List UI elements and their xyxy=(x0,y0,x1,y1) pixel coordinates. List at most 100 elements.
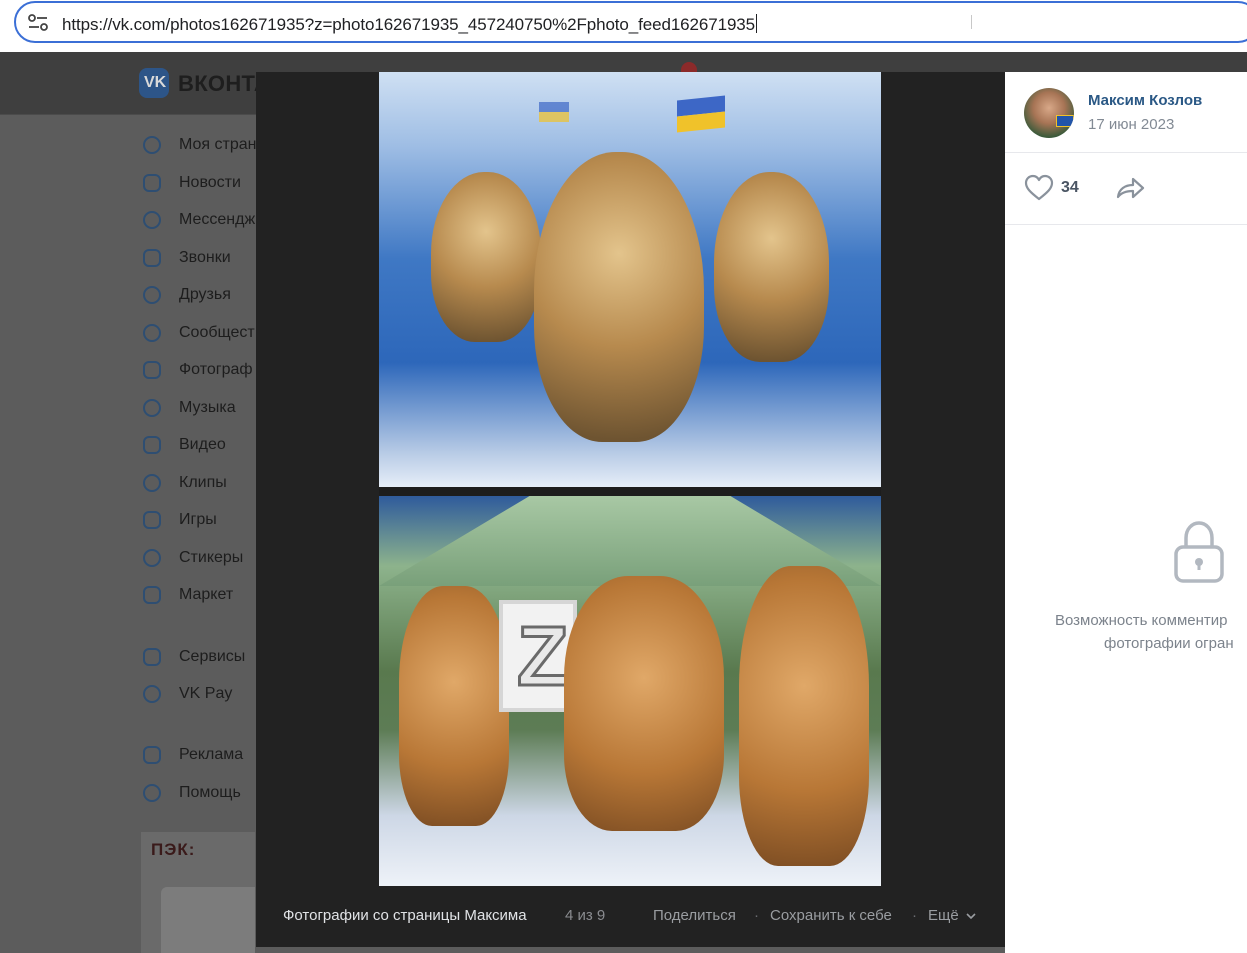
vk-logo-text: VK xyxy=(144,74,167,91)
video-icon xyxy=(143,436,161,454)
phone-icon xyxy=(143,249,161,267)
photo-bottom-panel: Z xyxy=(379,496,881,886)
news-icon xyxy=(143,174,161,192)
comments-disabled-notice: Возможность комментир xyxy=(1055,612,1228,629)
flag-image xyxy=(677,95,725,133)
sidebar-item-label: Друзья xyxy=(179,286,231,303)
photo-viewer: Z Фотографии со страницы Максима 4 из 9 … xyxy=(256,72,1005,947)
separator-dot: · xyxy=(912,907,917,924)
sidebar-item-label: Новости xyxy=(179,174,241,191)
divider xyxy=(1005,224,1247,225)
leopard-skin-image xyxy=(399,586,509,826)
sidebar-item-label: Помощь xyxy=(179,784,241,801)
viewer-footer: Фотографии со страницы Максима 4 из 9 По… xyxy=(256,899,1005,931)
market-icon xyxy=(143,586,161,604)
divider xyxy=(1005,152,1247,153)
help-icon xyxy=(143,784,161,802)
sidebar-item-label: Реклама xyxy=(179,746,244,763)
lock-icon xyxy=(1174,521,1224,583)
more-label: Ещё xyxy=(928,907,959,924)
sidebar-item-label: Маркет xyxy=(179,586,234,603)
sidebar-item-label: VK Pay xyxy=(179,685,233,702)
more-button[interactable]: Ещё xyxy=(928,907,976,924)
sidebar-item-label: Видео xyxy=(179,436,226,453)
sidebar-item-label: Фотограф xyxy=(179,361,253,378)
clips-icon xyxy=(143,474,161,492)
ads-icon xyxy=(143,746,161,764)
avatar-badge-icon xyxy=(1056,115,1074,127)
sidebar-item-label: Моя стран xyxy=(179,136,257,153)
photo-info-panel: Максим Козлов 17 июн 2023 34 Возможность… xyxy=(1005,72,1247,953)
leopard-skin-image xyxy=(739,566,869,866)
ad-logo: ПЭК: xyxy=(151,840,196,859)
address-bar[interactable]: https://vk.com/photos162671935?z=photo16… xyxy=(14,1,1247,43)
sidebar-item-label: Сервисы xyxy=(179,648,246,665)
sidebar-item-ads[interactable]: Реклама xyxy=(140,744,260,768)
sidebar-item-label: Клипы xyxy=(179,474,227,491)
ad-banner[interactable]: ПЭК: xyxy=(141,832,255,953)
photo-image[interactable]: Z xyxy=(379,72,881,886)
sidebar-item-stickers[interactable]: Стикеры xyxy=(140,547,260,571)
save-to-self-button[interactable]: Сохранить к себе xyxy=(770,907,892,924)
avatar[interactable] xyxy=(1024,88,1074,138)
leopard-skin-image xyxy=(564,576,724,831)
leopard-left-image xyxy=(431,172,541,342)
sidebar-item-label: Сообщест xyxy=(179,324,255,341)
sidebar-item-photos[interactable]: Фотограф xyxy=(140,359,260,383)
sidebar-item-news[interactable]: Новости xyxy=(140,172,260,196)
sidebar-item-music[interactable]: Музыка xyxy=(140,397,260,421)
music-icon xyxy=(143,399,161,417)
photo-counter: 4 из 9 xyxy=(565,907,606,924)
z-letter: Z xyxy=(515,609,569,703)
sidebar-item-games[interactable]: Игры xyxy=(140,509,260,533)
address-divider xyxy=(971,15,972,29)
share-icon[interactable] xyxy=(1114,175,1146,201)
sidebar-item-video[interactable]: Видео xyxy=(140,434,260,458)
sidebar-item-label: Мессендж xyxy=(179,211,256,228)
sidebar-item-market[interactable]: Маркет xyxy=(140,584,260,608)
like-count: 34 xyxy=(1061,179,1079,196)
sidebar-item-label: Звонки xyxy=(179,249,231,266)
ad-truck-image xyxy=(161,887,255,953)
photo-icon xyxy=(143,361,161,379)
sidebar-item-my-page[interactable]: Моя стран xyxy=(140,134,260,158)
sidebar-item-friends[interactable]: Друзья xyxy=(140,284,260,308)
url-text[interactable]: https://vk.com/photos162671935?z=photo16… xyxy=(62,14,758,35)
communities-icon xyxy=(143,324,161,342)
sidebar-item-label: Музыка xyxy=(179,399,236,416)
leopard-center-image xyxy=(534,152,704,442)
browser-toolbar: https://vk.com/photos162671935?z=photo16… xyxy=(0,0,1247,52)
sidebar-item-label: Стикеры xyxy=(179,549,244,566)
games-icon xyxy=(143,511,161,529)
sidebar-item-messenger[interactable]: Мессендж xyxy=(140,209,260,233)
share-button[interactable]: Поделиться xyxy=(653,907,736,924)
services-icon xyxy=(143,648,161,666)
post-date[interactable]: 17 июн 2023 xyxy=(1088,116,1174,133)
vk-logo-icon[interactable]: VK xyxy=(139,68,169,98)
url-value: https://vk.com/photos162671935?z=photo16… xyxy=(62,15,756,34)
sidebar-item-vkpay[interactable]: VK Pay xyxy=(140,683,260,707)
flag-image xyxy=(539,102,569,122)
notification-badge xyxy=(681,62,697,72)
vkpay-icon xyxy=(143,685,161,703)
sidebar-item-help[interactable]: Помощь xyxy=(140,782,260,806)
comments-disabled-notice: фотографии огран xyxy=(1104,635,1234,652)
chevron-down-icon xyxy=(966,913,976,920)
sidebar-item-communities[interactable]: Сообщест xyxy=(140,322,260,346)
album-title-link[interactable]: Фотографии со страницы Максима xyxy=(283,907,527,924)
sidebar-item-label: Игры xyxy=(179,511,217,528)
sidebar-item-calls[interactable]: Звонки xyxy=(140,247,260,271)
stickers-icon xyxy=(143,549,161,567)
separator-dot: · xyxy=(754,907,759,924)
author-name-link[interactable]: Максим Козлов xyxy=(1088,92,1202,109)
heart-icon[interactable] xyxy=(1024,174,1054,202)
user-icon xyxy=(143,136,161,154)
friends-icon xyxy=(143,286,161,304)
site-settings-icon[interactable] xyxy=(28,14,48,32)
message-icon xyxy=(143,211,161,229)
sidebar-item-services[interactable]: Сервисы xyxy=(140,646,260,670)
leopard-right-image xyxy=(714,172,829,362)
text-caret xyxy=(756,14,758,33)
sidebar-item-clips[interactable]: Клипы xyxy=(140,472,260,496)
photo-top-panel xyxy=(379,72,881,487)
